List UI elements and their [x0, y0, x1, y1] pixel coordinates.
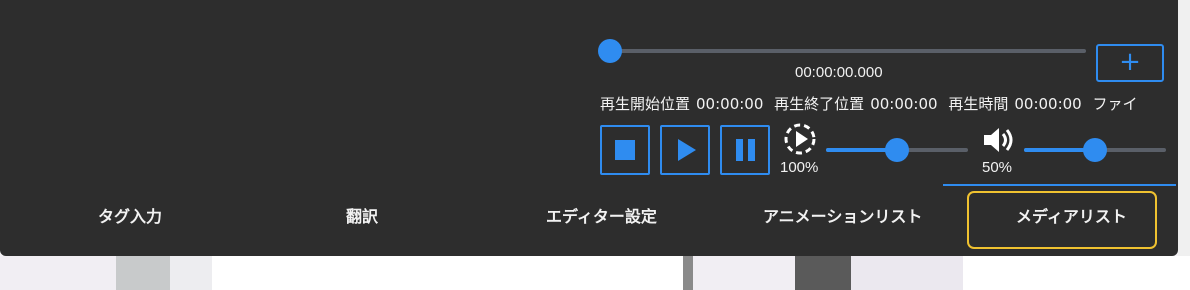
- scrollbar[interactable]: [1178, 0, 1190, 256]
- start-position-value: 00:00:00: [696, 95, 764, 113]
- volume-slider-thumb[interactable]: [1083, 138, 1107, 162]
- play-icon: [678, 139, 696, 161]
- background-panel-left-2: [170, 256, 212, 290]
- media-player-panel: + 00:00:00.000 再生開始位置 00:00:00 再生終了位置 00:0…: [0, 0, 1178, 256]
- tab-editor-settings[interactable]: エディター設定: [546, 203, 657, 227]
- stop-icon: [615, 140, 635, 160]
- end-position-label: 再生終了位置: [774, 95, 865, 113]
- background-thumb-right: [795, 256, 851, 290]
- speed-slider-thumb[interactable]: [885, 138, 909, 162]
- tab-tag-input[interactable]: タグ入力: [98, 203, 162, 227]
- file-label: ファイ: [1092, 95, 1138, 113]
- stop-button[interactable]: [600, 125, 650, 175]
- background-thumb-left: [116, 256, 170, 290]
- seek-slider-track[interactable]: [610, 49, 1086, 53]
- pause-icon: [735, 139, 755, 161]
- plus-icon: +: [1119, 47, 1141, 77]
- current-time: 00:00:00.000: [795, 64, 883, 81]
- tab-translation[interactable]: 翻訳: [346, 203, 378, 227]
- speed-value: 100%: [780, 159, 819, 176]
- add-button[interactable]: +: [1096, 44, 1164, 82]
- pause-button[interactable]: [720, 125, 770, 175]
- volume-value: 50%: [982, 159, 1013, 176]
- background-panel-right-2: [851, 256, 963, 290]
- end-position-value: 00:00:00: [870, 95, 938, 113]
- playback-speed-icon: [784, 123, 816, 155]
- tab-animation-list[interactable]: アニメーションリスト: [763, 203, 922, 227]
- active-tab-indicator: [943, 184, 1176, 186]
- background-divider: [683, 256, 693, 290]
- background-panel-right: [693, 256, 795, 290]
- playback-info: 再生開始位置 00:00:00 再生終了位置 00:00:00 再生時間 00:00:…: [600, 93, 1178, 114]
- tab-media-list[interactable]: メディアリスト: [1016, 203, 1127, 227]
- background-panel-left: [0, 256, 116, 290]
- play-button[interactable]: [660, 125, 710, 175]
- start-position-label: 再生開始位置: [600, 95, 691, 113]
- volume-icon: [984, 128, 1013, 152]
- duration-label: 再生時間: [948, 95, 1009, 113]
- duration-value: 00:00:00: [1014, 95, 1082, 113]
- seek-slider-thumb[interactable]: [598, 39, 622, 63]
